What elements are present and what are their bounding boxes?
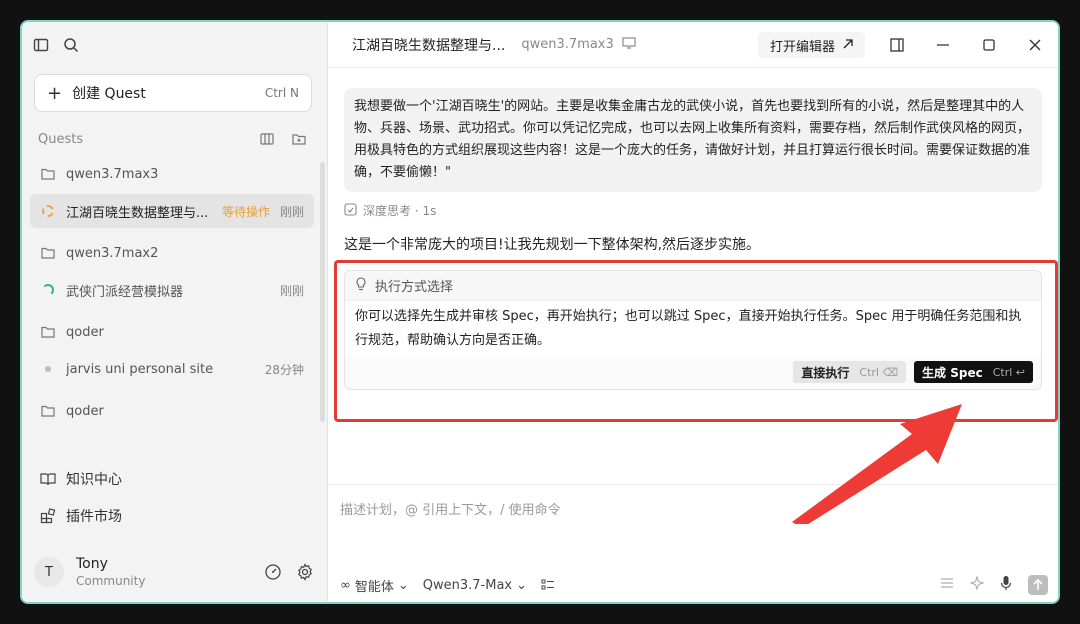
folder-label: qoder [66, 324, 104, 340]
progress-icon [40, 284, 56, 296]
pending-spinner-icon [40, 205, 56, 217]
sparkle-icon[interactable] [969, 575, 985, 594]
user-message: 我想要做一个'江湖百晓生'的网站。主要是收集金庸古龙的武侠小说，首先也要找到所有… [344, 88, 1042, 192]
checklist-icon[interactable] [541, 579, 555, 591]
assistant-response: 这是一个非常庞大的项目!让我先规划一下整体架构,然后逐步实施。 [344, 237, 761, 253]
generate-spec-label: 生成 Spec [922, 365, 983, 380]
sidebar: + 创建 Quest Ctrl N Quests qwen3.7max3 江湖百… [22, 22, 328, 602]
chevron-down-icon: ⌄ [397, 577, 409, 593]
folder-item[interactable]: qwen3.7max2 [30, 236, 314, 270]
open-editor-button[interactable]: 打开编辑器 [758, 32, 866, 58]
generate-spec-shortcut: Ctrl ↩ [992, 365, 1025, 379]
status-dot-icon [40, 366, 56, 372]
thinking-label: 深度思考 · 1s [363, 204, 437, 218]
plugin-market-label: 插件市场 [66, 509, 122, 525]
model-dropdown[interactable]: Qwen3.7-Max ⌄ [423, 578, 527, 593]
folder-icon [40, 247, 56, 259]
quest-item-active[interactable]: 江湖百晓生数据整理与... 等待操作 刚刚 [30, 194, 314, 228]
quest-list: qwen3.7max3 江湖百晓生数据整理与... 等待操作 刚刚 qwen3.… [30, 157, 314, 431]
new-folder-icon[interactable] [290, 130, 308, 148]
list-icon[interactable] [940, 577, 954, 593]
card-title: 执行方式选择 [375, 280, 454, 295]
plugin-icon [40, 508, 56, 524]
minimize-icon[interactable] [920, 22, 966, 68]
avatar: T [34, 557, 64, 587]
folder-item[interactable]: qwen3.7max3 [30, 157, 314, 191]
monitor-icon [622, 36, 636, 53]
gauge-icon[interactable] [264, 563, 282, 581]
send-button[interactable] [1028, 575, 1048, 595]
gear-icon[interactable] [296, 563, 314, 581]
quest-label: jarvis uni personal site [66, 361, 214, 377]
direct-execute-shortcut: Ctrl ⌫ [859, 365, 899, 379]
quest-label: 江湖百晓生数据整理与... [66, 205, 209, 221]
external-arrow-icon [843, 38, 853, 53]
sidebar-scrollbar[interactable] [320, 162, 325, 422]
create-quest-shortcut: Ctrl N [264, 86, 299, 100]
sidebar-toggle-icon[interactable] [32, 36, 50, 54]
book-icon [40, 472, 56, 486]
page-title: 江湖百晓生数据整理与... [352, 37, 506, 54]
generate-spec-button[interactable]: 生成 Spec Ctrl ↩ [914, 361, 1033, 383]
user-profile[interactable]: T Tony Community [34, 552, 314, 592]
sidebar-bottom-nav: 知识中心 插件市场 [30, 462, 314, 536]
quest-item[interactable]: jarvis uni personal site 28分钟 [30, 352, 314, 386]
quest-label: 武侠门派经营模拟器 [66, 284, 184, 300]
close-icon[interactable] [1012, 22, 1058, 68]
open-editor-label: 打开编辑器 [770, 39, 836, 55]
quest-time: 28分钟 [264, 362, 304, 377]
user-plan: Community [76, 574, 146, 588]
folder-icon [40, 168, 56, 180]
arrow-up-icon [1033, 579, 1043, 590]
panel-toggle-icon[interactable] [874, 22, 920, 68]
knowledge-center-label: 知识中心 [66, 472, 122, 488]
app-window: + 创建 Quest Ctrl N Quests qwen3.7max3 江湖百… [20, 20, 1060, 604]
search-icon[interactable] [62, 36, 80, 54]
status-badge: 等待操作 [221, 204, 270, 219]
maximize-icon[interactable] [966, 22, 1012, 68]
knowledge-center-link[interactable]: 知识中心 [30, 462, 314, 496]
folder-item[interactable]: qoder [30, 394, 314, 428]
quests-heading: Quests [38, 131, 84, 147]
quests-header: Quests [38, 130, 308, 148]
model-dropdown-label: Qwen3.7-Max [422, 577, 513, 593]
folder-item[interactable]: qoder [30, 315, 314, 349]
direct-execute-label: 直接执行 [801, 365, 850, 380]
quest-item[interactable]: 武侠门派经营模拟器 刚刚 [30, 273, 314, 307]
chevron-down-icon: ⌄ [516, 577, 528, 593]
folder-icon [40, 326, 56, 338]
model-indicator: qwen3.7max3 [521, 36, 636, 53]
quest-time: 刚刚 [279, 283, 304, 298]
folder-icon [40, 405, 56, 417]
agent-mode-dropdown[interactable]: ∞ 智能体 ⌄ [340, 576, 409, 595]
board-view-icon[interactable] [258, 130, 276, 148]
microphone-icon[interactable] [1000, 575, 1012, 595]
card-body: 你可以选择先生成并审核 Spec，再开始执行；也可以跳过 Spec，直接开始执行… [345, 301, 1041, 357]
plugin-market-link[interactable]: 插件市场 [30, 499, 314, 533]
infinity-icon: ∞ [340, 577, 351, 593]
agent-mode-label: 智能体 [354, 579, 394, 595]
model-name: qwen3.7max3 [521, 37, 614, 52]
composer-input[interactable]: 描述计划，@ 引用上下文，/ 使用命令 [340, 499, 561, 518]
quest-time: 刚刚 [279, 204, 304, 219]
execution-choice-card: 执行方式选择 你可以选择先生成并审核 Spec，再开始执行；也可以跳过 Spec… [344, 270, 1042, 390]
plus-icon: + [47, 82, 63, 104]
title-bar: 江湖百晓生数据整理与... qwen3.7max3 打开编辑器 [328, 22, 1058, 68]
create-quest-label: 创建 Quest [72, 86, 146, 102]
direct-execute-button[interactable]: 直接执行 Ctrl ⌫ [793, 361, 907, 383]
lightbulb-icon [355, 276, 367, 295]
folder-label: qwen3.7max3 [66, 166, 159, 182]
thinking-icon [344, 202, 357, 219]
thinking-indicator[interactable]: 深度思考 · 1s [344, 202, 436, 219]
folder-label: qwen3.7max2 [66, 245, 159, 261]
annotation-arrow [792, 404, 962, 524]
create-quest-button[interactable]: + 创建 Quest Ctrl N [34, 74, 312, 112]
folder-label: qoder [66, 403, 104, 419]
user-name: Tony [76, 556, 108, 572]
